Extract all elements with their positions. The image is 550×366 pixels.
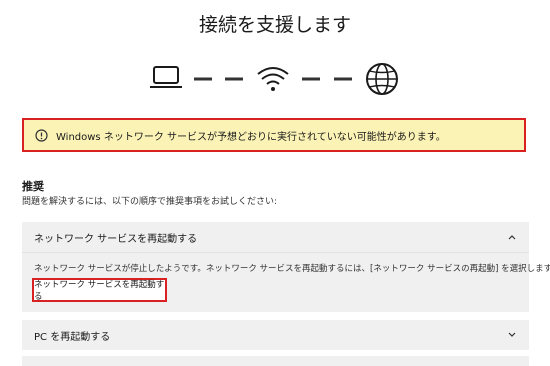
panel-body-text: ネットワーク サービスが停止したようです。ネットワーク サービスを再起動するには…: [34, 264, 550, 274]
warning-banner: Windows ネットワーク サービスが予想どおりに実行されていない可能性があり…: [22, 118, 526, 152]
page-title: 接続を支援します: [198, 14, 351, 36]
panel-label: ネットワーク サービスを再起動する: [34, 233, 198, 245]
recommendations-heading: 推奨: [22, 180, 44, 193]
info-circle-icon: [35, 128, 48, 142]
panel-restart-pc[interactable]: PC を再起動する: [22, 320, 529, 350]
panel-restart-network: ネットワーク サービスを再起動する ネットワーク サービスが停止したようです。ネ…: [22, 222, 550, 312]
panel-header-restart-network[interactable]: ネットワーク サービスを再起動する: [22, 222, 529, 253]
restart-network-button[interactable]: ネットワーク サービスを再起動する: [32, 278, 167, 302]
globe-icon: [366, 63, 398, 95]
panel-next[interactable]: [22, 356, 529, 366]
panel-label: PC を再起動する: [34, 331, 111, 343]
chevron-up-icon[interactable]: [507, 232, 517, 242]
laptop-icon: [150, 66, 182, 88]
warning-text: Windows ネットワーク サービスが予想どおりに実行されていない可能性があり…: [56, 131, 446, 143]
recommendations-description: 問題を解決するには、以下の順序で推奨事項をお試しください:: [22, 197, 278, 207]
wifi-icon: [257, 67, 289, 91]
chevron-down-icon[interactable]: [507, 330, 517, 340]
connection-diagram: [150, 62, 410, 96]
